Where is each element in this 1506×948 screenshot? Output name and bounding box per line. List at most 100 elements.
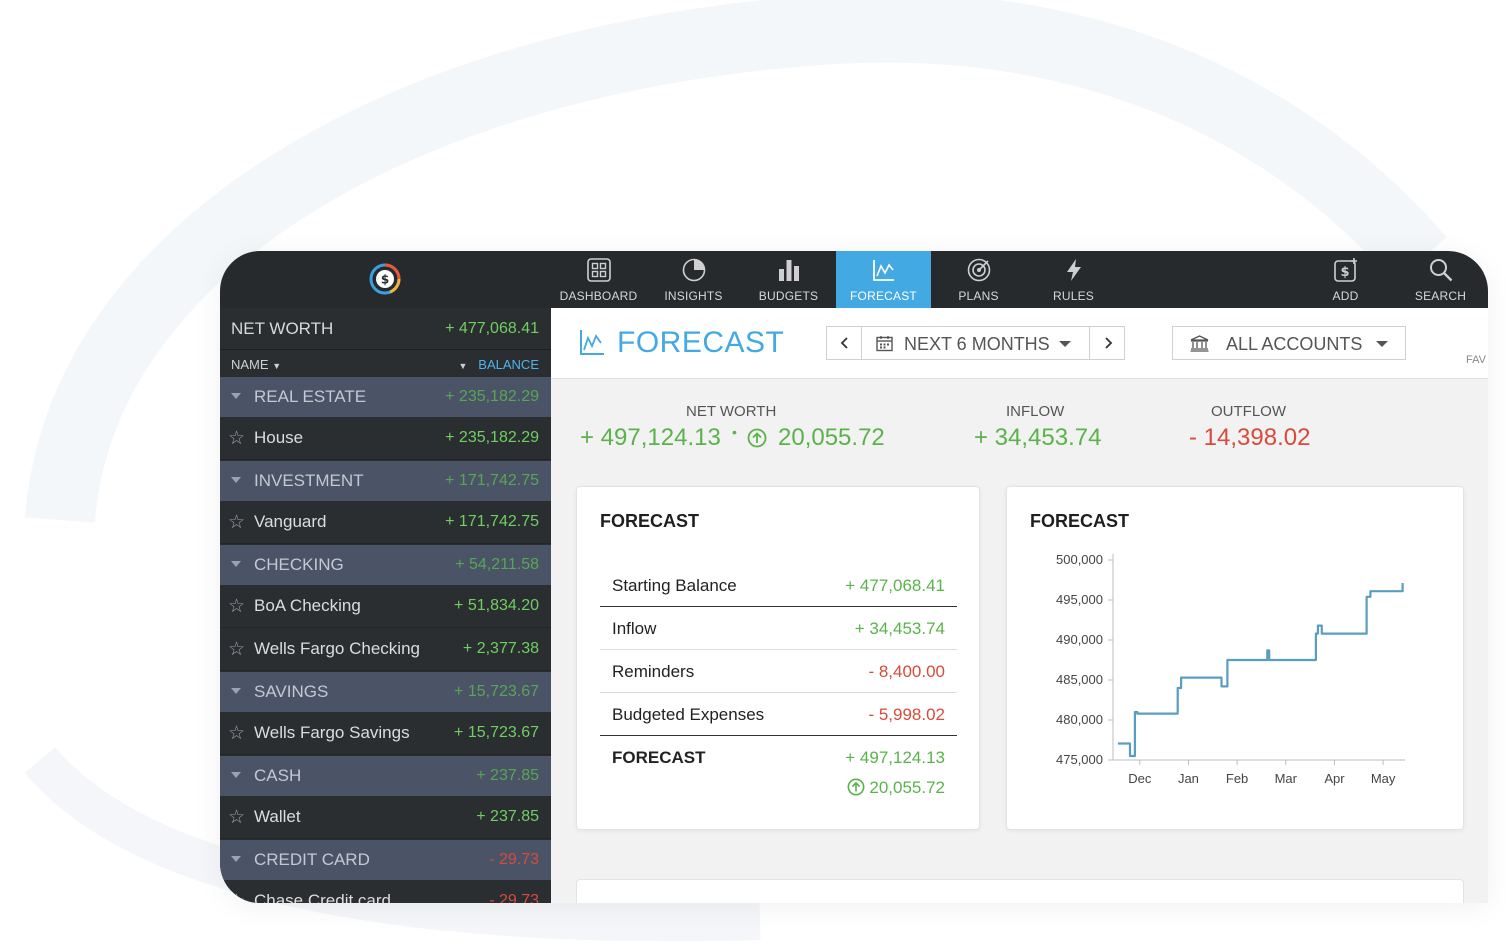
row-value: - 5,998.02 <box>868 705 945 724</box>
net-worth-row: NET WORTH + 477,068.41 <box>220 308 551 350</box>
y-tick-label: 480,000 <box>1056 712 1103 727</box>
favorites-button[interactable]: FAV <box>1466 354 1486 366</box>
forecast-series-line <box>1117 583 1404 758</box>
x-tick-label: Mar <box>1275 771 1298 786</box>
net-worth-value: + 477,068.41 <box>445 320 539 337</box>
account-wallet[interactable]: ☆ Wallet + 237.85 <box>220 796 551 839</box>
forecast-row-starting-balance: Starting Balance + 477,068.41 <box>600 564 957 607</box>
collapse-triangle-icon <box>231 856 241 862</box>
line-chart-icon <box>580 330 604 355</box>
group-balance: + 237.85 <box>476 767 539 784</box>
row-value: + 34,453.74 <box>854 619 945 638</box>
row-label: Inflow <box>612 619 657 638</box>
row-label: FORECAST <box>612 748 706 767</box>
previous-period-button[interactable] <box>826 326 862 360</box>
summary-outflow-value: - 14,398.02 <box>1189 424 1311 451</box>
star-icon[interactable]: ☆ <box>228 806 245 829</box>
group-name: CASH <box>254 766 302 785</box>
summary-net-worth-label: NET WORTH <box>686 403 777 420</box>
accounts-filter-dropdown[interactable]: ALL ACCOUNTS <box>1172 326 1406 360</box>
row-value: + 477,068.41 <box>845 576 945 595</box>
star-icon[interactable]: ☆ <box>228 511 245 534</box>
group-balance: + 15,723.67 <box>454 683 539 700</box>
lightning-icon <box>1066 259 1081 281</box>
forecast-chart-title: FORECAST <box>1030 511 1129 531</box>
group-cash[interactable]: CASH + 237.85 <box>220 756 551 796</box>
row-label: Starting Balance <box>612 576 737 595</box>
top-nav-bar: $ DASHBOARD INSIGHTS BUDGETS FORECAST PL… <box>220 251 1488 308</box>
caret-down-icon <box>1376 341 1388 347</box>
lower-card <box>576 879 1464 903</box>
star-icon[interactable]: ☆ <box>228 890 245 903</box>
dashboard-icon <box>586 258 611 282</box>
account-name: House <box>254 428 304 447</box>
forecast-chart-card: FORECAST 475,000 480,000 485,000 490,000 495… <box>1006 486 1464 830</box>
account-name: Wells Fargo Checking <box>254 639 420 658</box>
nav-add[interactable]: $ ADD <box>1298 251 1393 308</box>
y-tick-label: 490,000 <box>1056 632 1103 647</box>
account-balance: + 235,182.29 <box>445 429 539 446</box>
forecast-row-inflow: Inflow + 34,453.74 <box>600 607 957 650</box>
nav-search[interactable]: SEARCH <box>1393 251 1488 308</box>
star-icon[interactable]: ☆ <box>228 427 245 450</box>
next-period-button[interactable] <box>1089 326 1125 360</box>
group-balance: + 54,211.58 <box>455 556 539 573</box>
sort-by-name[interactable]: NAME ▼ <box>231 357 281 372</box>
group-name: CHECKING <box>254 555 344 574</box>
group-balance: + 235,182.29 <box>445 388 539 405</box>
collapse-triangle-icon <box>231 393 241 399</box>
account-balance: + 51,834.20 <box>454 597 539 614</box>
account-name: BoA Checking <box>254 596 361 615</box>
forecast-table-card: FORECAST Starting Balance + 477,068.41 In… <box>576 486 980 830</box>
nav-rules[interactable]: RULES <box>1026 251 1121 308</box>
row-label: Budgeted Expenses <box>612 705 765 724</box>
star-icon[interactable]: ☆ <box>228 595 245 618</box>
account-balance: - 29.73 <box>489 892 539 903</box>
sort-caret-icon: ▼ <box>272 361 282 371</box>
sort-caret-icon: ▼ <box>458 361 468 371</box>
nav-dashboard[interactable]: DASHBOARD <box>551 251 646 308</box>
star-icon[interactable]: ☆ <box>228 638 245 661</box>
summary-inflow-value: + 34,453.74 <box>974 424 1102 451</box>
date-range-label: NEXT 6 MONTHS <box>904 334 1050 354</box>
nav-budgets-label: BUDGETS <box>758 289 819 303</box>
row-value: - 8,400.00 <box>868 662 945 681</box>
forecast-header: FORECAST NEXT 6 MONTHS ALL ACCOUNTS FAV <box>551 308 1488 379</box>
star-icon[interactable]: ☆ <box>228 722 245 745</box>
group-savings[interactable]: SAVINGS + 15,723.67 <box>220 672 551 712</box>
caret-down-icon <box>1059 341 1071 347</box>
group-investment[interactable]: INVESTMENT + 171,742.75 <box>220 461 551 501</box>
collapse-triangle-icon <box>231 772 241 778</box>
nav-plans-label: PLANS <box>958 289 999 303</box>
x-tick-label: Feb <box>1226 771 1248 786</box>
account-house[interactable]: ☆ House + 235,182.29 <box>220 417 551 460</box>
account-wells-fargo-savings[interactable]: ☆ Wells Fargo Savings + 15,723.67 <box>220 712 551 755</box>
search-icon <box>1429 259 1452 282</box>
group-balance: - 29.73 <box>489 851 539 868</box>
date-range-dropdown[interactable]: NEXT 6 MONTHS <box>861 326 1090 360</box>
nav-dashboard-label: DASHBOARD <box>559 289 638 303</box>
nav-forecast[interactable]: FORECAST <box>836 251 931 308</box>
nav-insights[interactable]: INSIGHTS <box>646 251 741 308</box>
group-real-estate[interactable]: REAL ESTATE + 235,182.29 <box>220 377 551 417</box>
nav-plans[interactable]: PLANS <box>931 251 1026 308</box>
line-chart-icon <box>872 260 894 281</box>
account-wells-fargo-checking[interactable]: ☆ Wells Fargo Checking + 2,377.38 <box>220 628 551 671</box>
account-name: Wells Fargo Savings <box>254 723 410 742</box>
collapse-triangle-icon <box>231 688 241 694</box>
account-name: Vanguard <box>254 512 327 531</box>
account-chase-credit-card[interactable]: ☆ Chase Credit card - 29.73 <box>220 880 551 903</box>
row-value: + 497,124.13 <box>845 748 945 767</box>
group-checking[interactable]: CHECKING + 54,211.58 <box>220 545 551 585</box>
group-name: CREDIT CARD <box>254 850 370 869</box>
account-vanguard[interactable]: ☆ Vanguard + 171,742.75 <box>220 501 551 544</box>
nav-budgets[interactable]: BUDGETS <box>741 251 836 308</box>
svg-text:$: $ <box>1340 265 1349 280</box>
bank-icon <box>1190 335 1209 352</box>
row-change: 20,055.72 <box>847 778 945 798</box>
forecast-table-title: FORECAST <box>600 511 699 531</box>
group-credit-card[interactable]: CREDIT CARD - 29.73 <box>220 840 551 880</box>
account-boa-checking[interactable]: ☆ BoA Checking + 51,834.20 <box>220 585 551 628</box>
sidebar-column-headers: NAME ▼ ▼ BALANCE <box>220 351 551 377</box>
sort-by-balance[interactable]: ▼ BALANCE <box>459 357 539 372</box>
